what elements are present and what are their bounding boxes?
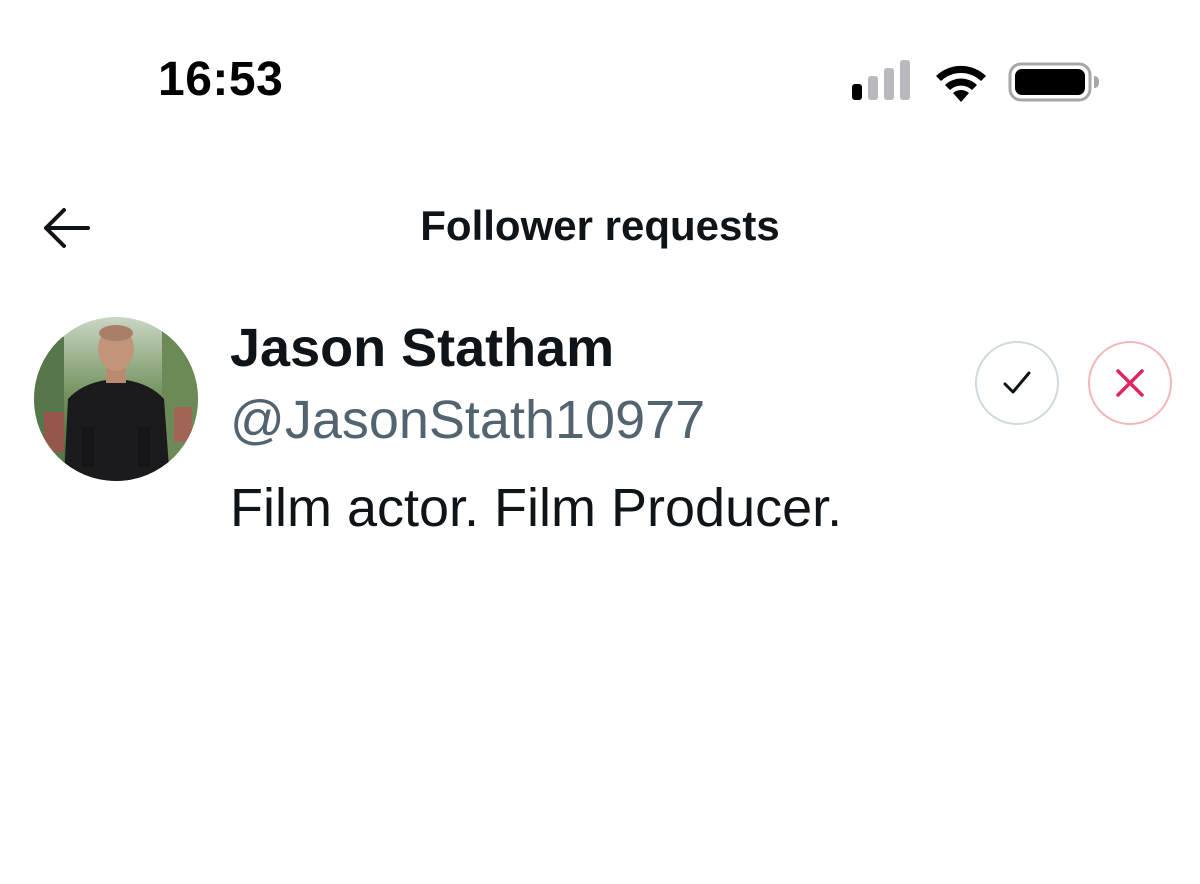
wifi-icon: [936, 65, 986, 102]
profile-photo: [34, 317, 198, 481]
user-handle: @JasonStath10977: [230, 390, 706, 450]
battery-icon: [1008, 62, 1099, 102]
status-icons: [850, 58, 1100, 106]
decline-button[interactable]: [1088, 341, 1172, 425]
follower-requests-screen: 16:53 Follower requests Jason Statham @J…: [0, 0, 1200, 884]
user-name[interactable]: Jason Statham: [230, 317, 614, 379]
user-bio: Film actor. Film Producer.: [230, 478, 843, 538]
avatar[interactable]: [34, 317, 198, 481]
follower-request-item: Jason Statham @JasonStath10977 Film acto…: [0, 305, 1200, 565]
close-icon: [1116, 369, 1144, 397]
status-time: 16:53: [158, 53, 284, 106]
cellular-signal-icon: [852, 60, 910, 100]
accept-button[interactable]: [975, 341, 1059, 425]
checkmark-icon: [1003, 371, 1031, 394]
page-title: Follower requests: [420, 202, 780, 249]
